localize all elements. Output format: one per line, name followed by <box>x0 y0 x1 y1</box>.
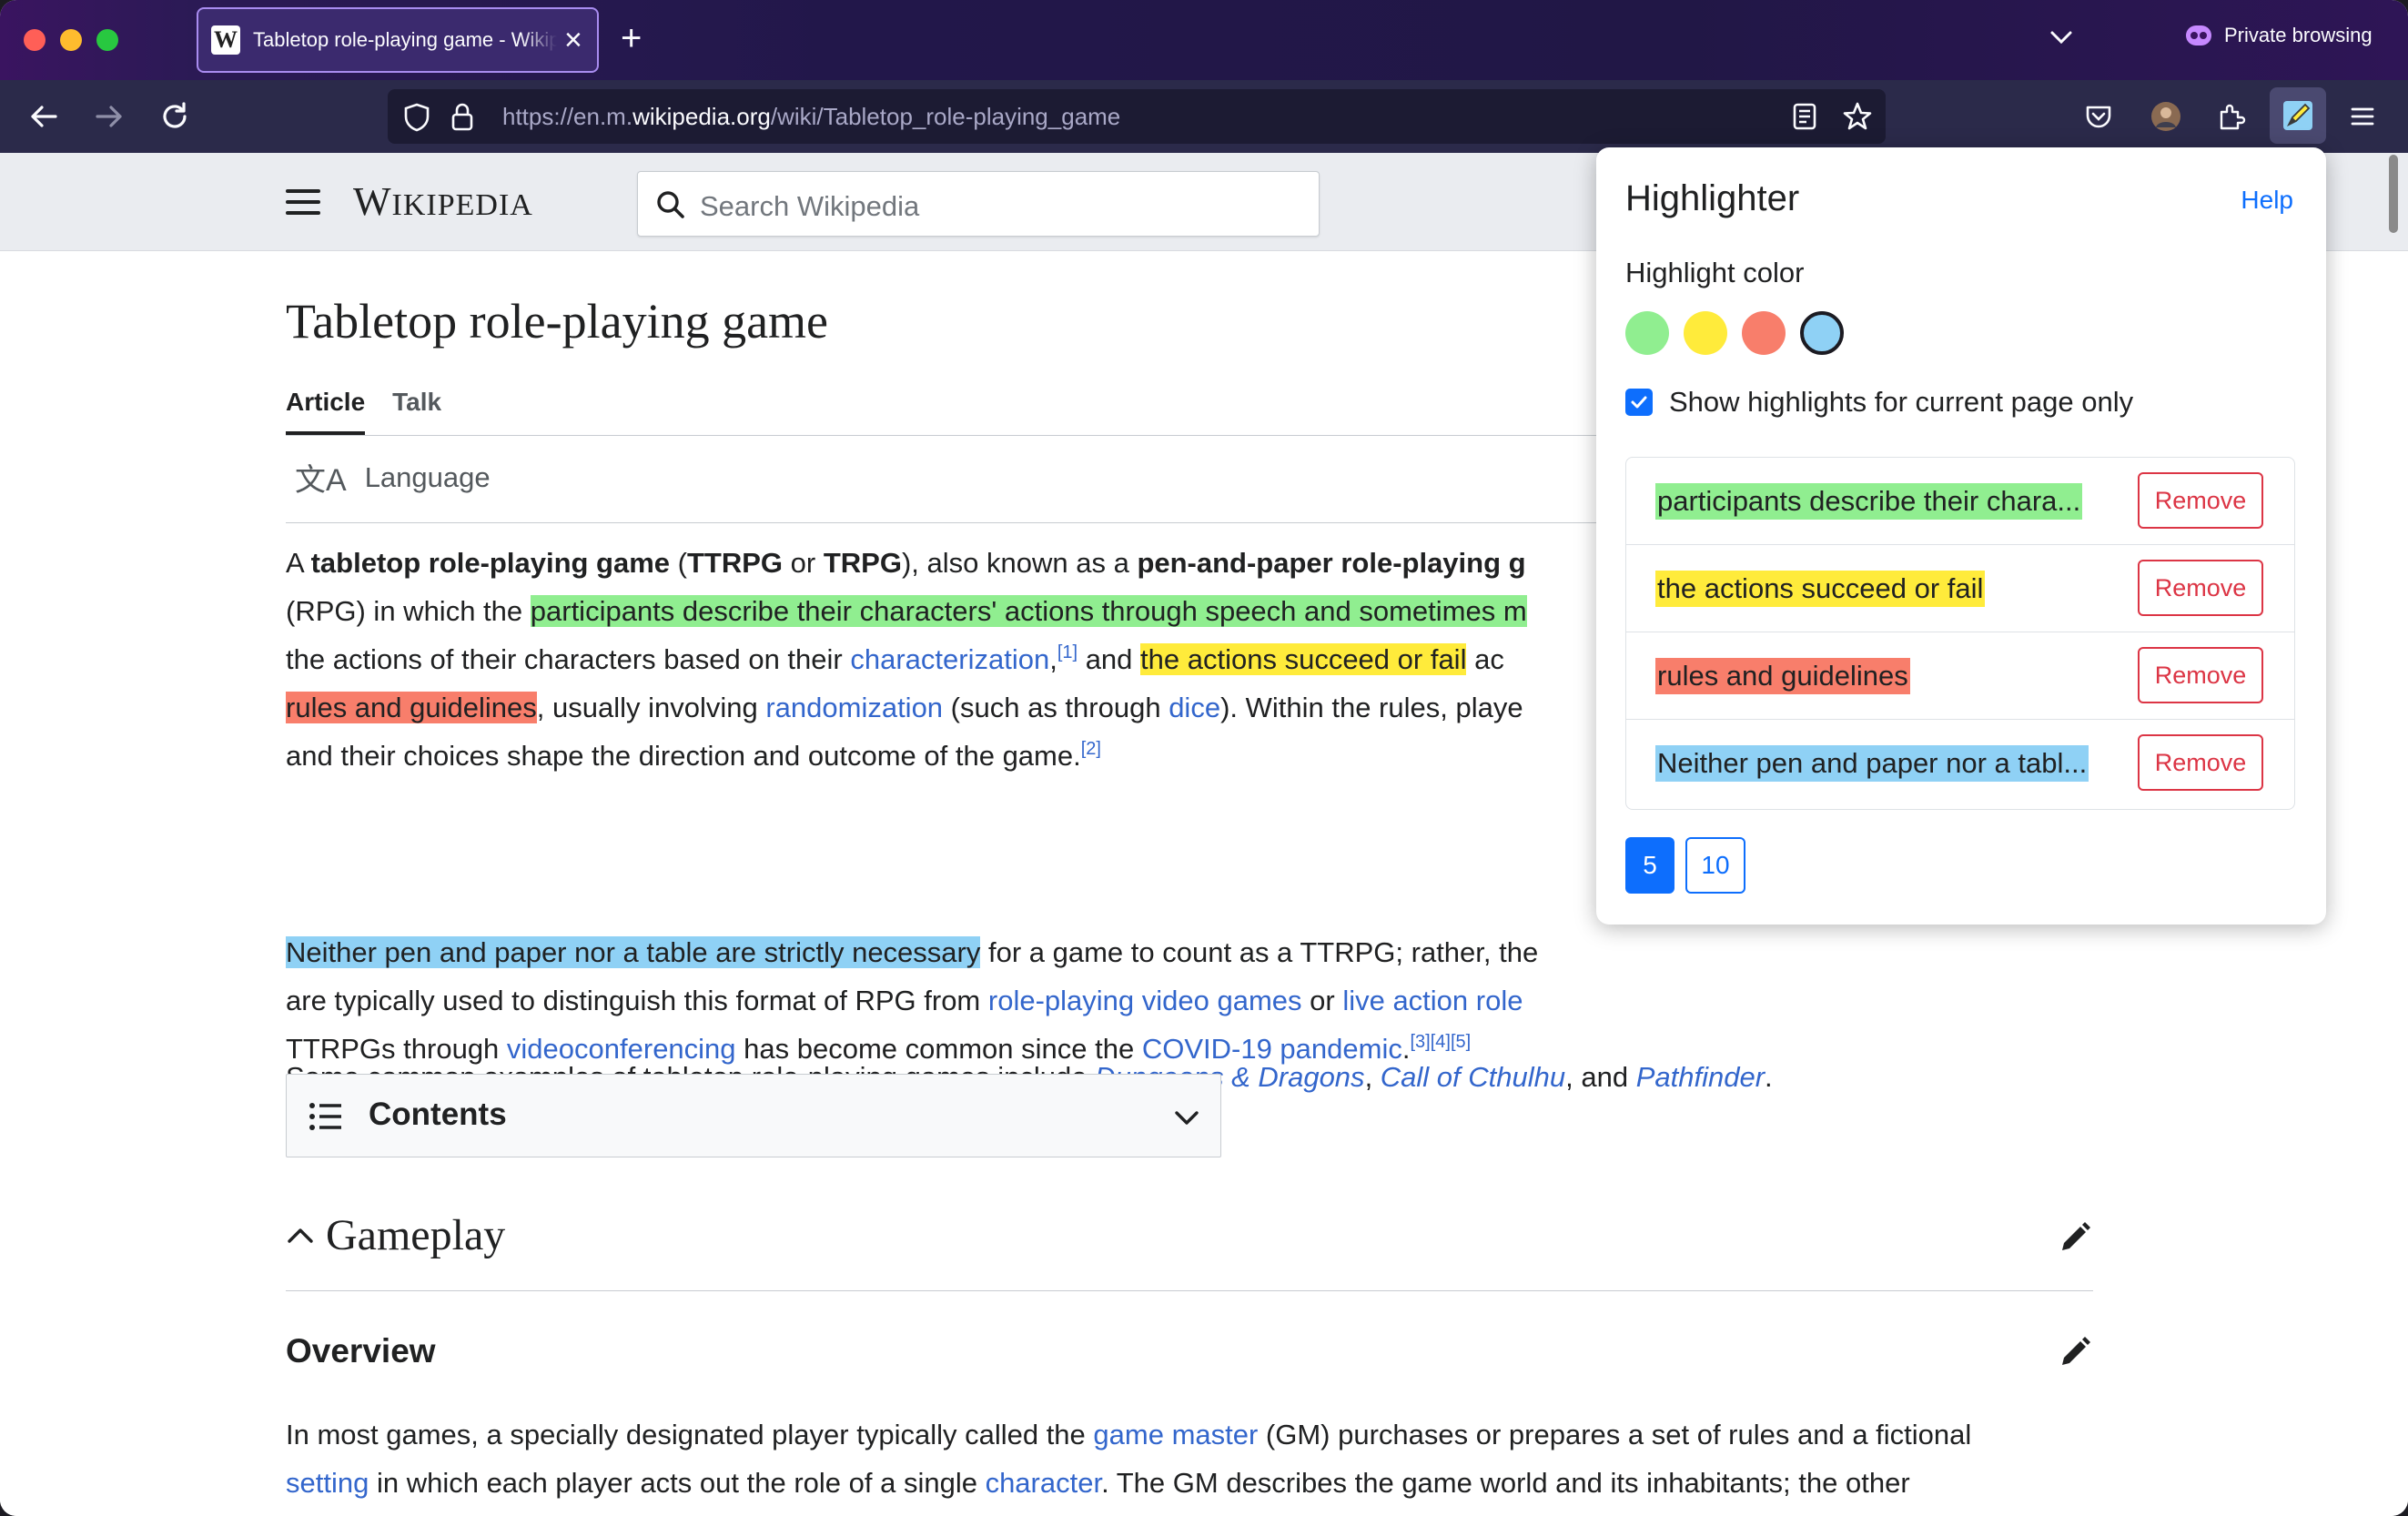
browser-window: W Tabletop role-playing game - Wikipedia… <box>0 0 2408 1516</box>
highlighter-pen-icon <box>2283 101 2312 130</box>
contents-label: Contents <box>369 1097 507 1132</box>
remove-button[interactable]: Remove <box>2138 472 2263 529</box>
highlight-red: rules and guidelines <box>286 692 537 723</box>
tab-active[interactable]: W Tabletop role-playing game - Wikipedia… <box>197 7 599 73</box>
highlight-text[interactable]: the actions succeed or fail <box>1655 571 1986 607</box>
private-browsing-indicator: Private browsing <box>2186 24 2373 47</box>
new-tab-button[interactable]: + <box>621 20 642 56</box>
link-characterization[interactable]: characterization <box>850 643 1049 675</box>
tab-talk[interactable]: Talk <box>392 388 441 435</box>
language-translate-icon: 文A <box>295 463 347 498</box>
citation-link[interactable]: [2] <box>1081 739 1101 759</box>
popup-title: Highlighter <box>1625 178 1800 218</box>
search-input[interactable]: Search Wikipedia <box>637 171 1320 237</box>
close-window-button[interactable] <box>24 29 46 51</box>
link-game-master[interactable]: game master <box>1093 1419 1258 1450</box>
help-link[interactable]: Help <box>2241 186 2293 215</box>
link-randomization[interactable]: randomization <box>765 692 943 723</box>
url-bar[interactable]: https://en.m.wikipedia.org/wiki/Tabletop… <box>388 89 1886 144</box>
link-setting[interactable]: setting <box>286 1467 369 1499</box>
highlights-list: participants describe their chara... Rem… <box>1625 457 2295 810</box>
color-swatches <box>1625 311 1858 355</box>
list-icon <box>309 1103 341 1130</box>
highlight-text[interactable]: rules and guidelines <box>1655 658 1910 694</box>
page-size-selector: 5 10 <box>1625 837 1756 894</box>
search-placeholder: Search Wikipedia <box>700 190 920 222</box>
tab-close-icon[interactable]: × <box>564 25 582 56</box>
swatch-red[interactable] <box>1742 311 1786 355</box>
search-icon <box>657 191 684 218</box>
section-overview-title: Overview <box>286 1332 436 1369</box>
citation-link[interactable]: [1] <box>1057 642 1078 662</box>
remove-button[interactable]: Remove <box>2138 560 2263 616</box>
scrollbar-thumb[interactable] <box>2389 155 2398 233</box>
swatch-blue[interactable] <box>1800 311 1844 355</box>
private-mask-icon <box>2186 25 2211 45</box>
paragraph-overview: In most games, a specially designated pl… <box>286 1419 1972 1499</box>
reader-view-icon[interactable] <box>1791 102 1818 136</box>
list-item: participants describe their chara... Rem… <box>1626 458 2294 545</box>
minimize-window-button[interactable] <box>60 29 82 51</box>
account-avatar-icon[interactable] <box>2144 95 2188 138</box>
bookmark-star-icon[interactable] <box>1842 101 1873 136</box>
section-gameplay-title: Gameplay <box>326 1211 506 1259</box>
link-pathfinder[interactable]: Pathfinder <box>1636 1061 1765 1093</box>
zoom-window-button[interactable] <box>96 29 118 51</box>
link-call-of-cthulhu[interactable]: Call of Cthulhu <box>1381 1061 1565 1093</box>
forward-arrow-icon[interactable] <box>87 95 131 138</box>
language-button[interactable]: 文A Language <box>295 455 491 500</box>
wikipedia-logo[interactable]: WIKIPEDIA <box>353 178 533 225</box>
tracking-protection-shield-icon[interactable] <box>402 102 431 137</box>
language-label: Language <box>364 460 491 493</box>
highlight-yellow: the actions succeed or fail <box>1140 643 1467 675</box>
page-size-10-button[interactable]: 10 <box>1685 837 1745 894</box>
extensions-puzzle-icon[interactable] <box>2210 95 2253 138</box>
current-page-only-toggle[interactable]: Show highlights for current page only <box>1625 386 2133 419</box>
tab-strip: W Tabletop role-playing game - Wikipedia… <box>0 0 2408 80</box>
list-item: rules and guidelines Remove <box>1626 632 2294 720</box>
list-item: Neither pen and paper nor a tabl... Remo… <box>1626 720 2294 807</box>
highlighter-extension-button[interactable] <box>2270 87 2326 144</box>
highlight-blue: Neither pen and paper nor a table are st… <box>286 936 981 968</box>
main-menu-icon[interactable] <box>286 189 320 222</box>
chevron-up-icon <box>288 1228 313 1243</box>
highlight-text[interactable]: participants describe their chara... <box>1655 483 2083 520</box>
chevron-down-icon <box>1175 1111 1199 1125</box>
edit-pencil-icon[interactable] <box>2057 1219 2093 1256</box>
wikipedia-favicon-icon: W <box>211 25 240 55</box>
current-page-only-label: Show highlights for current page only <box>1669 386 2134 418</box>
highlight-color-label: Highlight color <box>1625 257 1805 288</box>
url-text[interactable]: https://en.m.wikipedia.org/wiki/Tabletop… <box>502 103 1120 131</box>
list-all-tabs-chevron-icon[interactable] <box>2048 24 2075 56</box>
private-browsing-label: Private browsing <box>2224 24 2373 46</box>
remove-button[interactable]: Remove <box>2138 647 2263 703</box>
reload-icon[interactable] <box>153 95 197 138</box>
swatch-green[interactable] <box>1625 311 1669 355</box>
highlighter-popup: Highlighter Help Highlight color Show hi… <box>1596 147 2326 925</box>
divider <box>286 1290 2093 1291</box>
tab-title: Tabletop role-playing game - Wikipedia <box>253 28 557 51</box>
page-size-5-button[interactable]: 5 <box>1625 837 1674 894</box>
namespace-tabs: Article Talk <box>286 388 441 435</box>
edit-pencil-icon[interactable] <box>2057 1334 2093 1370</box>
checkbox[interactable] <box>1625 389 1653 416</box>
page-title: Tabletop role-playing game <box>286 294 829 349</box>
pocket-icon[interactable] <box>2077 95 2120 138</box>
section-gameplay-heading[interactable]: Gameplay <box>286 1210 505 1260</box>
lock-icon[interactable] <box>450 101 475 136</box>
swatch-yellow[interactable] <box>1684 311 1727 355</box>
tab-article[interactable]: Article <box>286 388 366 435</box>
contents-toggle[interactable]: Contents <box>286 1074 1221 1157</box>
page-scrollbar[interactable] <box>2386 153 2401 235</box>
back-arrow-icon[interactable] <box>22 95 66 138</box>
remove-button[interactable]: Remove <box>2138 734 2263 791</box>
app-menu-icon[interactable] <box>2341 95 2384 138</box>
link-dice[interactable]: dice <box>1169 692 1220 723</box>
highlight-green: participants describe their characters' … <box>530 595 1527 627</box>
navigation-toolbar: https://en.m.wikipedia.org/wiki/Tabletop… <box>0 80 2408 153</box>
link-character[interactable]: character <box>986 1467 1102 1499</box>
checkmark-icon <box>1631 396 1647 409</box>
highlight-text[interactable]: Neither pen and paper nor a tabl... <box>1655 745 2089 782</box>
list-item: the actions succeed or fail Remove <box>1626 545 2294 632</box>
